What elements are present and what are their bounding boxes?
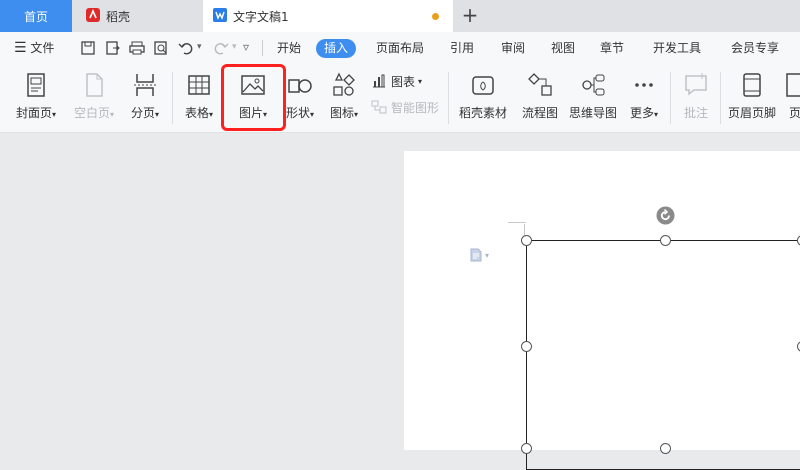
writer-logo-icon (213, 7, 227, 25)
ribbon-divider (172, 72, 173, 124)
ribbon-divider (720, 72, 721, 124)
menu-page-layout[interactable]: 页面布局 (376, 32, 424, 64)
resize-handle-top[interactable] (660, 235, 671, 246)
menu-section[interactable]: 章节 (600, 32, 624, 64)
menu-home[interactable]: 开始 (277, 32, 301, 64)
icons-gallery-icon (333, 72, 355, 96)
comment-button[interactable]: 批注 (678, 70, 714, 126)
chart-icon (373, 74, 385, 88)
mindmap-icon (582, 74, 605, 96)
resize-handle-left[interactable] (521, 341, 532, 352)
daoke-logo-icon (86, 7, 100, 25)
file-menu-label: 文件 (30, 41, 55, 55)
mindmap-button[interactable]: 思维导图 (566, 70, 620, 126)
undo-dropdown-icon[interactable]: ▾ (197, 42, 202, 52)
unsaved-dot (432, 13, 439, 20)
page-break-button[interactable]: 分页▾ (127, 70, 163, 126)
new-tab-button[interactable]: + (458, 4, 482, 28)
ribbon-divider (670, 72, 671, 124)
header-footer-label: 页眉页脚 (727, 106, 776, 120)
flowchart-icon (528, 73, 552, 96)
paragraph-menu[interactable]: ▾ (470, 248, 489, 262)
rotate-handle-icon[interactable] (656, 206, 675, 225)
table-button[interactable]: 表格▾ (180, 70, 218, 126)
print-preview-icon[interactable] (153, 40, 169, 56)
ribbon-toolbar: 封面页▾ 空白页▾ 分页▾ 表格▾ 图片▾ 形状▾ 图标▾ 图表 ▾ 智能图形 … (0, 64, 800, 133)
paragraph-dropdown-icon: ▾ (485, 250, 490, 260)
table-icon (188, 75, 210, 95)
save-icon[interactable] (80, 40, 96, 56)
smart-art-icon (371, 100, 387, 114)
more-button[interactable]: 更多▾ (626, 70, 662, 126)
icon-label: 图标 (329, 106, 354, 120)
menu-membership[interactable]: 会员专享 (731, 32, 779, 64)
cover-page-button[interactable]: 封面页▾ (12, 70, 60, 126)
tab-document[interactable]: 文字文稿1 (203, 0, 453, 32)
more-dots-icon (635, 83, 653, 87)
export-pdf-icon[interactable] (105, 40, 121, 56)
menu-review[interactable]: 审阅 (501, 32, 525, 64)
resize-handle-bottom-left[interactable] (521, 443, 532, 454)
page-number-icon (786, 73, 800, 97)
tab-home-label: 首页 (23, 9, 48, 24)
shape-button[interactable]: 形状▾ (282, 70, 318, 126)
menu-developer[interactable]: 开发工具 (653, 32, 701, 64)
menu-references[interactable]: 引用 (450, 32, 474, 64)
tab-bar: 首页 稻壳 文字文稿1 + (0, 0, 800, 32)
flowchart-label: 流程图 (521, 106, 558, 120)
blank-page-button[interactable]: 空白页▾ (70, 70, 118, 126)
chart-dropdown-icon: ▾ (418, 76, 423, 86)
comment-label: 批注 (683, 106, 708, 120)
table-label: 表格 (184, 106, 209, 120)
more-label: 更多 (629, 106, 654, 120)
daoke-material-label: 稻壳素材 (458, 106, 507, 120)
redo-dropdown-icon[interactable]: ▾ (232, 42, 237, 52)
menu-divider (262, 40, 263, 56)
chart-button[interactable]: 图表 ▾ (371, 72, 422, 90)
page-break-icon (134, 74, 156, 96)
shape-icon (288, 79, 312, 93)
page-number-label: 页 (788, 106, 800, 120)
tab-document-label: 文字文稿1 (233, 9, 289, 24)
cover-page-label: 封面页 (15, 106, 52, 120)
cover-page-icon (27, 73, 45, 97)
material-icon (472, 76, 494, 95)
hamburger-icon: ☰ (14, 40, 27, 56)
shape-label: 形状 (285, 106, 310, 120)
tab-home[interactable]: 首页 (0, 0, 72, 32)
smart-art-label: 智能图形 (391, 100, 440, 115)
page-number-button[interactable]: 页 (784, 70, 800, 126)
document-small-icon (470, 248, 482, 262)
icon-button[interactable]: 图标▾ (326, 70, 362, 126)
selected-image-frame[interactable] (526, 240, 800, 470)
customize-toolbar-icon[interactable]: ▿ (243, 40, 249, 54)
menu-bar: ☰ 文件 ▾ ▾ ▿ 开始 插入 页面布局 引用 审阅 视图 章节 开发工具 会… (0, 32, 800, 64)
menu-insert[interactable]: 插入 (316, 39, 357, 58)
menu-view[interactable]: 视图 (551, 32, 575, 64)
document-page[interactable]: ▾ (404, 151, 800, 470)
daoke-material-button[interactable]: 稻壳素材 (456, 70, 510, 126)
tab-daoke-label: 稻壳 (106, 9, 131, 24)
resize-handle-bottom[interactable] (660, 443, 671, 454)
redo-icon[interactable] (213, 40, 229, 56)
comment-icon (685, 73, 707, 96)
chart-label: 图表 (391, 74, 416, 89)
tab-daoke[interactable]: 稻壳 (74, 0, 200, 32)
undo-icon[interactable] (178, 40, 194, 56)
blank-page-icon (86, 73, 103, 97)
page-break-label: 分页 (130, 106, 155, 120)
resize-handle-top-left[interactable] (521, 235, 532, 246)
smart-art-button[interactable]: 智能图形 (371, 98, 439, 116)
margin-mark (508, 222, 526, 223)
print-icon[interactable] (129, 40, 145, 56)
blank-page-label: 空白页 (73, 106, 110, 120)
header-footer-icon (743, 73, 761, 97)
file-menu[interactable]: ☰ 文件 (14, 32, 54, 64)
header-footer-button[interactable]: 页眉页脚 (726, 70, 778, 126)
mindmap-label: 思维导图 (568, 106, 617, 120)
picture-highlight-box (221, 64, 286, 131)
ribbon-divider (448, 72, 449, 124)
flowchart-button[interactable]: 流程图 (518, 70, 562, 126)
